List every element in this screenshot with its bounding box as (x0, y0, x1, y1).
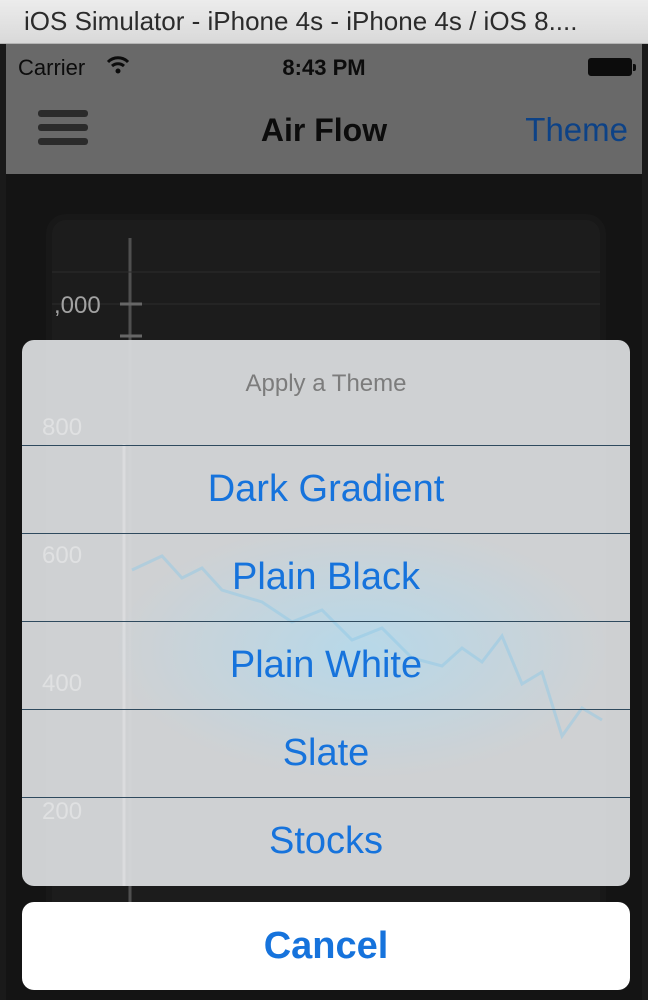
theme-option-dark-gradient[interactable]: Dark Gradient (22, 445, 630, 533)
theme-option-plain-black[interactable]: Plain Black (22, 533, 630, 621)
window-title: iOS Simulator - iPhone 4s - iPhone 4s / … (24, 6, 578, 36)
simulator-title-bar: iOS Simulator - iPhone 4s - iPhone 4s / … (0, 0, 648, 44)
action-sheet-title: Apply a Theme (245, 370, 407, 397)
phone-screen: Carrier 8:43 PM Air Flow Theme ,000 800 … (6, 44, 642, 1000)
theme-action-sheet: 800 600 400 200 Apply a Theme Dark Gradi… (22, 340, 630, 886)
theme-option-plain-white[interactable]: Plain White (22, 621, 630, 709)
theme-option-slate[interactable]: Slate (22, 709, 630, 797)
theme-option-stocks[interactable]: Stocks (22, 797, 630, 885)
cancel-button[interactable]: Cancel (22, 902, 630, 990)
